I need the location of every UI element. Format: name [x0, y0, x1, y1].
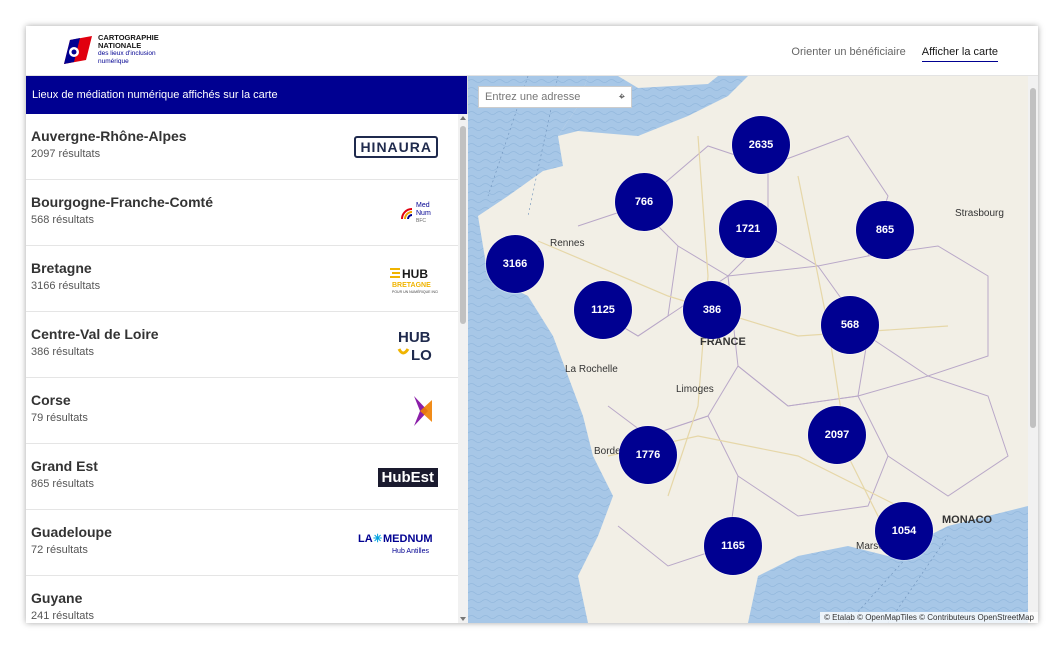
- svg-text:Hub Antilles: Hub Antilles: [392, 548, 429, 555]
- region-count: 241 résultats: [31, 610, 94, 622]
- cluster-marker[interactable]: 1721: [719, 200, 777, 258]
- scroll-down-icon[interactable]: [460, 617, 466, 621]
- cluster-marker[interactable]: 2097: [808, 406, 866, 464]
- svg-text:Med: Med: [416, 202, 430, 209]
- map-scrollbar-thumb[interactable]: [1030, 88, 1036, 428]
- scrollbar-thumb[interactable]: [460, 126, 466, 324]
- mednum-bfc-logo-icon: Med Num BFC: [356, 196, 438, 230]
- svg-text:LO: LO: [411, 347, 432, 363]
- brand-logo-icon[interactable]: [60, 34, 96, 70]
- corse-logo-icon: [356, 394, 438, 428]
- label-monaco: MONACO: [942, 514, 993, 526]
- mednum-antilles-mark-icon: LA ✳ MEDNUM Hub Antilles: [358, 533, 433, 555]
- sidebar-title: Lieux de médiation numérique affichés su…: [26, 76, 467, 114]
- label-strasbourg: Strasbourg: [955, 208, 1004, 219]
- label-rennes: Rennes: [550, 238, 585, 249]
- nav-orienter-link[interactable]: Orienter un bénéficiaire: [791, 46, 905, 62]
- svg-text:HUB: HUB: [402, 267, 428, 281]
- cluster-marker[interactable]: 1054: [875, 502, 933, 560]
- region-name: Guyane: [31, 590, 83, 606]
- search-placeholder: Entrez une adresse: [485, 91, 581, 103]
- svg-text:HUB: HUB: [398, 329, 431, 346]
- svg-text:Num: Num: [416, 210, 431, 217]
- brand-line2: NATIONALE: [98, 41, 142, 50]
- brand-title: CARTOGRAPHIE NATIONALE des lieux d'inclu…: [98, 34, 218, 66]
- list-item-bourgogne[interactable]: Bourgogne-Franche-Comté 568 résultats Me…: [26, 180, 458, 246]
- list-item-grand-est[interactable]: Grand Est 865 résultats HubEst: [26, 444, 458, 510]
- mednum-antilles-logo-icon: LA ✳ MEDNUM Hub Antilles: [356, 526, 438, 560]
- svg-text:MEDNUM: MEDNUM: [383, 533, 433, 545]
- scroll-up-icon[interactable]: [460, 116, 466, 120]
- list-item-auvergne[interactable]: Auvergne-Rhône-Alpes 2097 résultats HINA…: [26, 114, 458, 180]
- svg-text:BFC: BFC: [416, 218, 426, 224]
- list-item-corse[interactable]: Corse 79 résultats: [26, 378, 458, 444]
- svg-text:✳: ✳: [373, 533, 382, 545]
- hubest-logo-text: HubEst: [377, 467, 438, 487]
- svg-text:LA: LA: [358, 533, 373, 545]
- cluster-marker[interactable]: 3166: [486, 235, 544, 293]
- region-list: Auvergne-Rhône-Alpes 2097 résultats HINA…: [26, 114, 458, 623]
- sidebar: Lieux de médiation numérique affichés su…: [26, 76, 468, 623]
- app-window: CARTOGRAPHIE NATIONALE des lieux d'inclu…: [26, 26, 1038, 623]
- hub-bretagne-mark-icon: HUB BRETAGNE POUR UN NUMÉRIQUE INCLUSIF: [390, 267, 438, 294]
- brand-line3: des lieux d'inclusion: [98, 50, 156, 57]
- cluster-marker[interactable]: 766: [615, 173, 673, 231]
- svg-text:POUR UN NUMÉRIQUE INCLUSIF: POUR UN NUMÉRIQUE INCLUSIF: [392, 289, 438, 294]
- cluster-marker[interactable]: 1165: [704, 517, 762, 575]
- hub-bretagne-logo-icon: HUB BRETAGNE POUR UN NUMÉRIQUE INCLUSIF: [356, 262, 438, 296]
- list-item-centre[interactable]: Centre-Val de Loire 386 résultats HUB LO: [26, 312, 458, 378]
- map-scrollbar[interactable]: [1028, 76, 1038, 623]
- svg-text:BRETAGNE: BRETAGNE: [392, 282, 431, 289]
- label-la-rochelle: La Rochelle: [565, 364, 618, 375]
- brand-line4: numérique: [98, 58, 129, 65]
- hubest-logo-icon: HubEst: [356, 460, 438, 494]
- list-item-bretagne[interactable]: Bretagne 3166 résultats HUB BRETAGNE POU…: [26, 246, 458, 312]
- label-limoges: Limoges: [676, 384, 714, 395]
- mednum-waves-icon: Med Num BFC: [401, 202, 431, 224]
- hub-lo-logo-icon: HUB LO: [356, 328, 438, 363]
- cluster-marker[interactable]: 1776: [619, 426, 677, 484]
- geolocate-icon[interactable]: ⌖: [619, 91, 625, 104]
- hinaura-logo-icon: HINAURA: [354, 130, 438, 164]
- main-nav: Orienter un bénéficiaire Afficher la car…: [791, 46, 998, 62]
- atlantic-ocean: [468, 76, 613, 623]
- map-attribution[interactable]: © Etalab © OpenMapTiles © Contributeurs …: [820, 612, 1038, 623]
- cluster-marker[interactable]: 386: [683, 281, 741, 339]
- nav-afficher-link[interactable]: Afficher la carte: [921, 46, 998, 62]
- cluster-marker[interactable]: 568: [821, 296, 879, 354]
- map[interactable]: Entrez une adresse ⌖ Rennes FRANCE La Ro…: [468, 76, 1038, 623]
- hub-lo-mark-icon: HUB LO: [397, 329, 432, 363]
- cluster-marker[interactable]: 1125: [574, 281, 632, 339]
- header: CARTOGRAPHIE NATIONALE des lieux d'inclu…: [26, 26, 1038, 76]
- list-item-guyane[interactable]: Guyane 241 résultats: [26, 576, 458, 623]
- address-search-input[interactable]: Entrez une adresse ⌖: [478, 86, 632, 108]
- cluster-marker[interactable]: 865: [856, 201, 914, 259]
- list-item-guadeloupe[interactable]: Guadeloupe 72 résultats LA ✳ MEDNUM Hub …: [26, 510, 458, 576]
- sidebar-scrollbar[interactable]: [458, 114, 468, 623]
- cluster-marker[interactable]: 2635: [732, 116, 790, 174]
- hinaura-logo-text: HINAURA: [354, 136, 438, 158]
- corse-arrow-icon: [414, 396, 432, 426]
